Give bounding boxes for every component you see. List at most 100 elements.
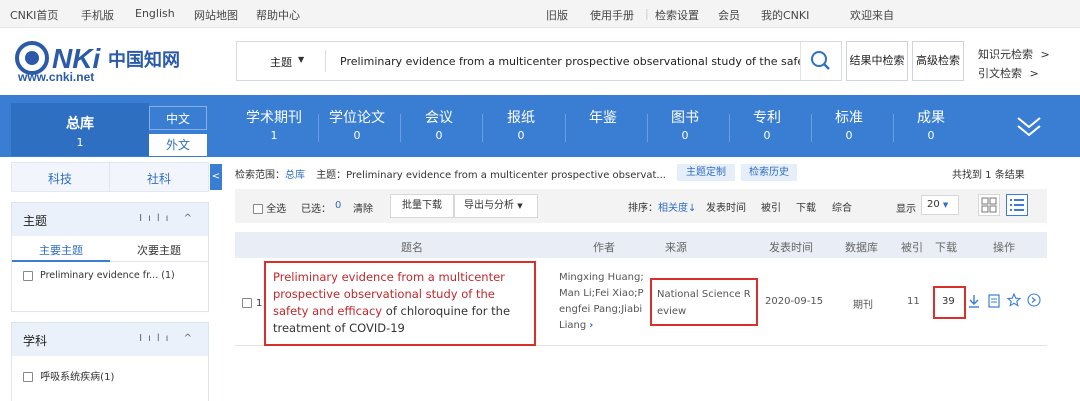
search-input[interactable] <box>340 48 800 74</box>
clear-button[interactable]: 清除 <box>353 200 373 215</box>
expand-chevron-icon[interactable] <box>1014 112 1044 142</box>
select-all[interactable]: 全选 <box>253 200 286 215</box>
subtab-secondary-topic[interactable]: 次要主题 <box>110 242 208 258</box>
chevron-down-icon: ▼ <box>942 201 949 209</box>
nav-item-label: 年鉴 <box>589 110 617 126</box>
link-member[interactable]: 会员 <box>718 7 740 23</box>
cnki-logo[interactable]: NKi 中国知网 www.cnki.net <box>12 38 222 84</box>
nav-item-count: 0 <box>845 129 853 142</box>
sort-overall[interactable]: 综合 <box>832 199 852 214</box>
chevron-right-icon[interactable]: › <box>589 320 593 331</box>
col-cited[interactable]: 被引 <box>901 239 923 255</box>
link-search-settings[interactable]: 检索设置 <box>655 7 699 23</box>
chevron-down-icon[interactable]: ▼ <box>298 55 304 64</box>
checkbox[interactable] <box>23 372 33 382</box>
nav-item-achievements[interactable]: 成果 0 <box>895 108 967 144</box>
divider <box>482 114 483 142</box>
nav-item-patents[interactable]: 专利 0 <box>731 108 803 144</box>
nav-item-label: 学术期刊 <box>246 110 302 126</box>
checkbox[interactable] <box>253 204 263 214</box>
tab-science[interactable]: 科技 <box>11 170 109 187</box>
tab-social-science[interactable]: 社科 <box>110 170 208 187</box>
link-mobile[interactable]: 手机版 <box>81 7 114 23</box>
select-all-label: 全选 <box>266 204 287 215</box>
sort-date[interactable]: 发表时间 <box>706 199 746 214</box>
nav-item-journals[interactable]: 学术期刊 1 <box>238 108 310 144</box>
display-label: 显示 <box>896 204 916 215</box>
nav-total-tab[interactable]: 总库 1 <box>11 103 149 156</box>
favorite-star-icon[interactable] <box>1006 292 1022 310</box>
result-date: 2020-09-15 <box>765 296 824 307</box>
html-read-icon[interactable] <box>988 294 1000 311</box>
nav-item-theses[interactable]: 学位论文 0 <box>321 108 393 144</box>
checkbox[interactable] <box>242 298 252 308</box>
page-size-select[interactable]: 20 ▼ <box>921 195 959 215</box>
result-authors[interactable]: Mingxing Huang;Man Li;Fei Xiao;Pengfei P… <box>559 270 645 334</box>
search-in-results-button[interactable]: 结果中检索 <box>846 41 908 81</box>
export-label: 导出与分析 <box>464 200 514 211</box>
topic-filter-panel: 主题 Iılı ^ 主要主题 次要主题 Preliminary evidence… <box>11 202 209 312</box>
divider <box>565 114 566 142</box>
chart-toggle-icon[interactable]: Iılı ^ <box>139 333 198 344</box>
collapse-panel-button[interactable]: < <box>210 164 222 190</box>
nav-item-label: 学位论文 <box>329 110 385 126</box>
nav-foreign-tab[interactable]: 外文 <box>149 134 207 156</box>
subtab-primary-topic[interactable]: 主要主题 <box>12 242 110 258</box>
nav-item-books[interactable]: 图书 0 <box>649 108 721 144</box>
nav-item-count: 0 <box>763 129 771 142</box>
sort-label: 排序： <box>628 203 658 214</box>
chart-toggle-icon[interactable]: Iılı ^ <box>139 213 198 224</box>
nav-item-newspaper[interactable]: 报纸 0 <box>485 108 557 144</box>
nav-item-standards[interactable]: 标准 0 <box>813 108 885 144</box>
export-analysis-button[interactable]: 导出与分析 ▼ <box>454 194 538 218</box>
nav-item-label: 专利 <box>753 110 781 126</box>
list-view-icon[interactable] <box>1006 194 1028 216</box>
selected-count: 0 <box>335 200 342 211</box>
link-english[interactable]: English <box>135 7 175 20</box>
annotation-box-source <box>650 278 758 326</box>
col-authors: 作者 <box>593 241 615 254</box>
citation-search-link[interactable]: 引文检索 <box>978 67 1022 80</box>
nav-total-count: 1 <box>76 136 84 149</box>
logo-url: www.cnki.net <box>17 70 94 84</box>
link-sitemap[interactable]: 网站地图 <box>194 7 238 23</box>
nav-chinese-tab[interactable]: 中文 <box>149 106 207 130</box>
link-cnki-home[interactable]: CNKI首页 <box>10 7 58 23</box>
grid-view-icon[interactable] <box>978 194 1000 216</box>
annotation-box-title <box>264 261 536 346</box>
scope-value[interactable]: 总库 <box>285 170 305 181</box>
divider <box>893 114 894 142</box>
search-history-button[interactable]: 检索历史 <box>741 164 797 181</box>
sort-downloads[interactable]: 下载 <box>796 199 816 214</box>
search-field-select[interactable]: 主题 <box>270 54 292 70</box>
nav-item-conference[interactable]: 会议 0 <box>403 108 475 144</box>
sort-cited[interactable]: 被引 <box>761 199 781 214</box>
search-button[interactable] <box>800 42 840 80</box>
result-cited[interactable]: 11 <box>907 296 920 307</box>
quote-icon[interactable] <box>1027 293 1041 310</box>
advanced-search-button[interactable]: 高级检索 <box>912 41 964 81</box>
topic-panel-title: 主题 <box>23 214 48 228</box>
topic-custom-button[interactable]: 主题定制 <box>677 164 735 181</box>
nav-item-count: 0 <box>517 129 525 142</box>
col-date[interactable]: 发表时间 <box>769 239 813 255</box>
row-select[interactable] <box>242 298 252 309</box>
knowledge-search-link[interactable]: 知识元检索 <box>978 48 1033 61</box>
nav-total-label: 总库 <box>66 116 94 132</box>
nav-item-yearbook[interactable]: 年鉴 <box>567 108 639 128</box>
nav-item-label: 标准 <box>835 110 863 126</box>
nav-item-count: 0 <box>435 129 443 142</box>
link-old-version[interactable]: 旧版 <box>546 7 568 23</box>
sort-relevance[interactable]: 相关度↓ <box>658 199 696 214</box>
subject-filter-item[interactable]: 呼吸系统疾病(1) <box>12 356 208 386</box>
download-icon[interactable] <box>968 294 980 311</box>
scope-topic: 主题：Preliminary evidence from a multicent… <box>316 170 666 181</box>
checkbox[interactable] <box>23 270 33 281</box>
link-my-cnki[interactable]: 我的CNKI <box>761 7 809 23</box>
topic-filter-item[interactable]: Preliminary evidence fr... (1) <box>12 262 208 292</box>
cnki-search-page: CNKI首页 手机版 English 网站地图 帮助中心 旧版 使用手册 | 检… <box>0 0 1080 401</box>
col-downloads[interactable]: 下载 <box>935 239 957 255</box>
link-help[interactable]: 帮助中心 <box>256 7 300 23</box>
batch-download-button[interactable]: 批量下载 <box>390 194 454 218</box>
link-manual[interactable]: 使用手册 <box>590 7 634 23</box>
